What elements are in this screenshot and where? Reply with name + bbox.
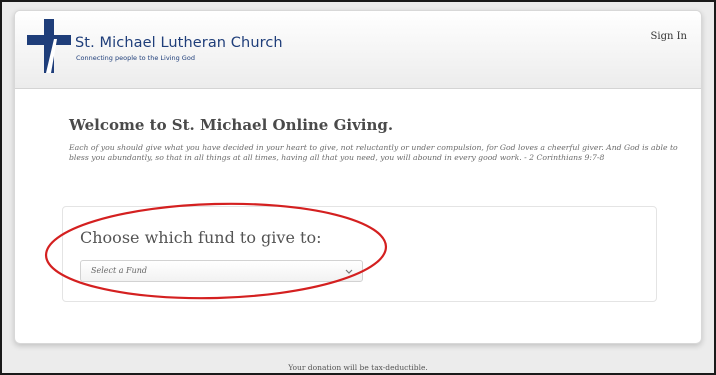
church-tagline: Connecting people to the Living God bbox=[76, 54, 195, 62]
fund-select-dropdown[interactable]: Select a Fund bbox=[80, 260, 363, 282]
scripture-quote: Each of you should give what you have de… bbox=[69, 143, 678, 162]
tax-deductible-note: Your donation will be tax-deductible. bbox=[288, 363, 428, 372]
page-title: Welcome to St. Michael Online Giving. bbox=[69, 116, 394, 134]
cross-icon bbox=[27, 19, 71, 73]
site-header: St. Michael Lutheran Church Connecting p… bbox=[15, 11, 701, 89]
fund-prompt: Choose which fund to give to: bbox=[80, 228, 322, 247]
giving-card: St. Michael Lutheran Church Connecting p… bbox=[14, 10, 702, 344]
chevron-down-icon bbox=[345, 269, 353, 274]
fund-selection-panel bbox=[62, 206, 657, 302]
church-name[interactable]: St. Michael Lutheran Church bbox=[75, 35, 283, 51]
sign-in-link[interactable]: Sign In bbox=[651, 31, 687, 42]
fund-select-value: Select a Fund bbox=[91, 266, 148, 275]
